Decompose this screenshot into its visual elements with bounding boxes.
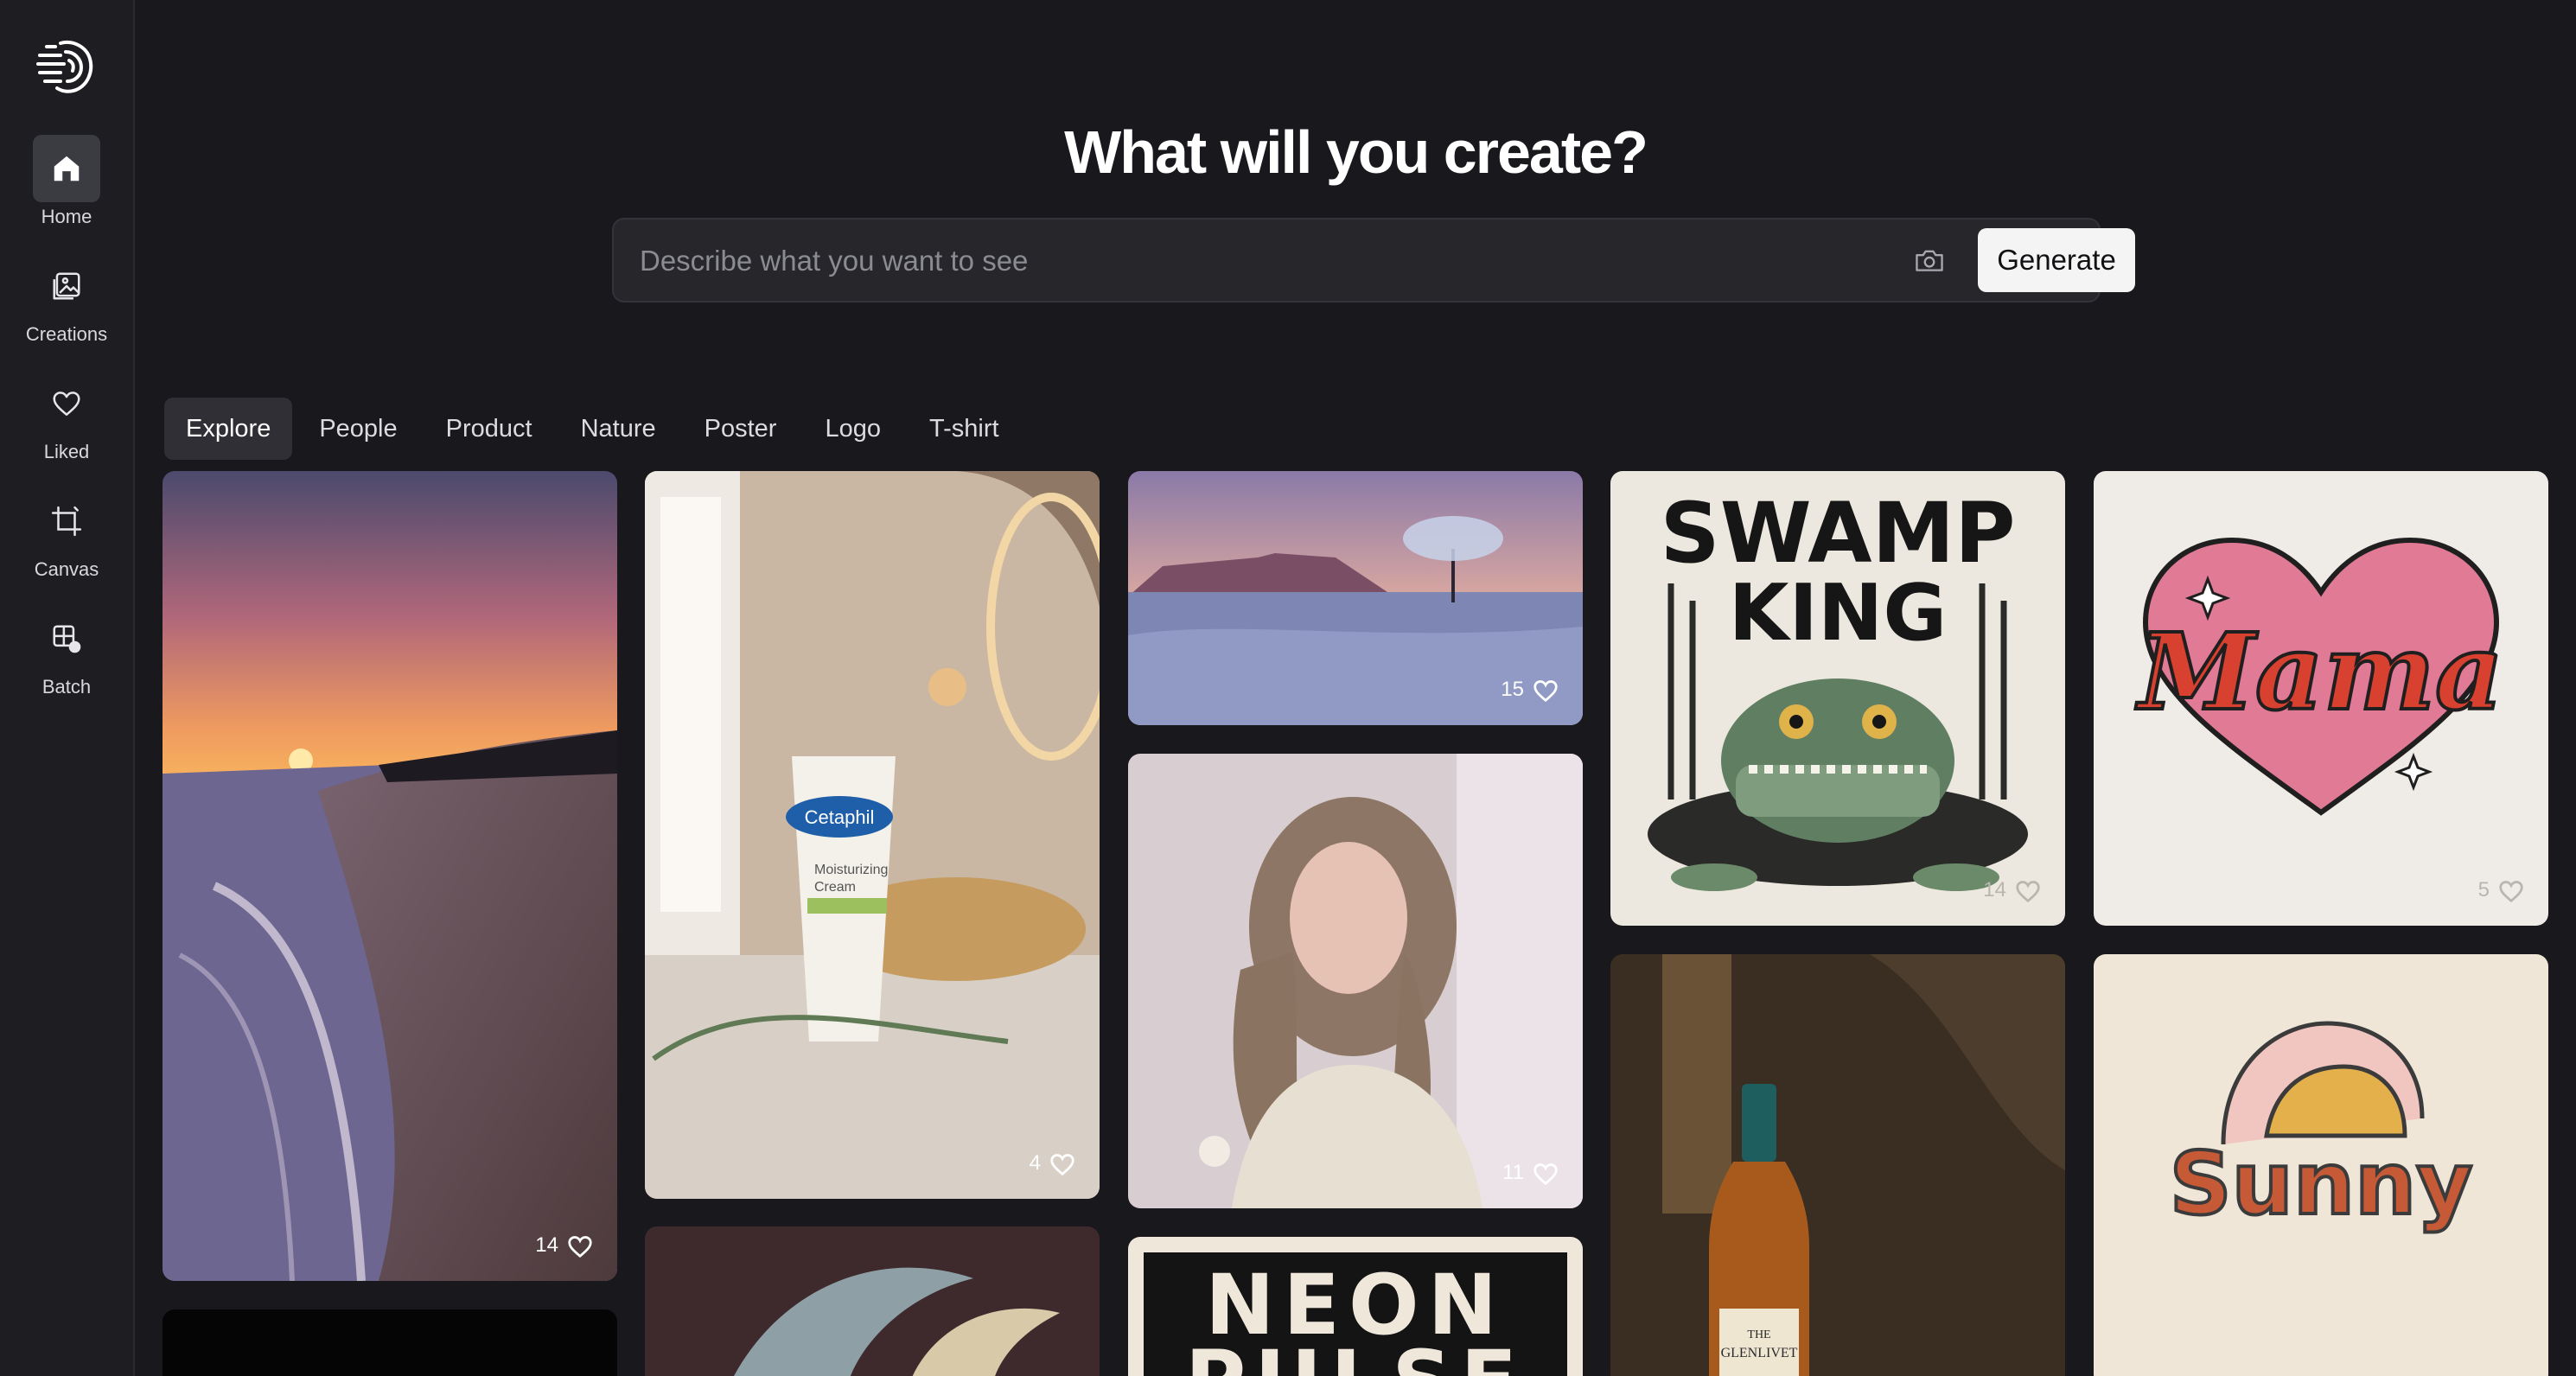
glenlivet-label-text: THE — [1747, 1328, 1770, 1341]
gallery-card-beach[interactable]: 14 — [163, 471, 617, 1281]
glenlivet-name-text: GLENLIVET — [1721, 1346, 1798, 1360]
beach-sunset-image — [163, 471, 617, 1281]
generate-button[interactable]: Generate — [1978, 228, 2135, 292]
like-counter[interactable]: 15 — [1501, 677, 1560, 703]
home-icon — [33, 135, 100, 202]
cetaphil-brand-text: Cetaphil — [805, 806, 875, 828]
sidebar-item-label: Creations — [25, 323, 108, 345]
image-icon — [33, 252, 100, 320]
tab-logo[interactable]: Logo — [803, 398, 902, 460]
cetaphil-line2-text: Cream — [814, 880, 856, 895]
like-count: 15 — [1501, 678, 1524, 701]
heart-icon — [1050, 1154, 1074, 1176]
like-counter[interactable]: 4 — [1030, 1150, 1077, 1176]
mama-heart-logo-image: Mama — [2094, 471, 2548, 926]
gallery-card-swamp-king[interactable]: SWAMP KING 14 — [1610, 471, 2065, 926]
tab-explore[interactable]: Explore — [164, 398, 293, 460]
gallery-card-sunny[interactable]: Sunny — [2094, 954, 2548, 1376]
tab-poster[interactable]: Poster — [683, 398, 799, 460]
prompt-input[interactable] — [640, 237, 1833, 285]
neon-pulse-poster-image: NEON PULSE — [1128, 1237, 1583, 1376]
tab-people[interactable]: People — [297, 398, 418, 460]
gallery-card-neon-poster[interactable]: NEON PULSE — [1128, 1237, 1583, 1376]
gallery-card-whisky[interactable]: THE GLENLIVET — [1610, 954, 2065, 1376]
like-count: 4 — [1029, 1151, 1041, 1175]
cetaphil-line1-text: Moisturizing — [814, 863, 888, 877]
heart-icon — [568, 1236, 592, 1258]
prompt-bar: Generate — [612, 218, 2135, 303]
like-counter[interactable]: 11 — [1502, 1160, 1560, 1186]
heart-icon — [1533, 1163, 1558, 1186]
neon-subtitle-text: PULSE — [1185, 1333, 1526, 1376]
like-counter[interactable]: 14 — [535, 1233, 595, 1258]
cream-product-image: Cetaphil Moisturizing Cream — [645, 471, 1100, 1199]
heart-icon — [2016, 881, 2040, 903]
swamp-king-tshirt-image: SWAMP KING — [1610, 471, 2065, 926]
like-count: 14 — [1983, 878, 2006, 901]
sidebar-item-label: Home — [41, 206, 92, 227]
like-counter[interactable]: 5 — [2478, 877, 2526, 903]
heart-icon — [33, 370, 100, 437]
gallery-card-feather[interactable] — [645, 1226, 1100, 1376]
sunny-logo-image: Sunny — [2094, 954, 2548, 1376]
gallery-card-cream[interactable]: Cetaphil Moisturizing Cream 4 — [645, 471, 1100, 1199]
feather-art-image — [645, 1226, 1100, 1376]
brand-logo-icon[interactable] — [35, 35, 99, 99]
sidebar-item-home[interactable]: Home — [0, 135, 133, 239]
tab-product[interactable]: Product — [424, 398, 554, 460]
woman-portrait-image — [1128, 754, 1583, 1208]
heart-icon — [2499, 881, 2523, 903]
swamp-subtitle-text: KING — [1729, 568, 1947, 659]
mama-script-text: Mama — [2135, 609, 2503, 734]
like-count: 11 — [1502, 1161, 1524, 1184]
like-counter[interactable]: 14 — [1983, 877, 2043, 903]
sidebar-item-label: Canvas — [34, 558, 99, 580]
page-title: What will you create? — [1064, 118, 1648, 186]
sidebar: Home Creations Liked Canvas Batch — [0, 0, 135, 1376]
sidebar-item-liked[interactable]: Liked — [0, 370, 133, 474]
gallery-card-mama[interactable]: Mama 5 — [2094, 471, 2548, 926]
sidebar-item-batch[interactable]: Batch — [0, 605, 133, 709]
sidebar-item-creations[interactable]: Creations — [0, 252, 133, 356]
category-tabs: Explore People Product Nature Poster Log… — [164, 398, 1026, 460]
like-count: 5 — [2477, 878, 2490, 901]
camera-icon[interactable] — [1910, 243, 1948, 277]
like-count: 14 — [535, 1233, 558, 1257]
gallery-card-portrait[interactable]: 11 — [1128, 754, 1583, 1208]
whisky-bottle-image: THE GLENLIVET — [1610, 954, 2065, 1376]
sidebar-item-label: Batch — [41, 676, 92, 698]
sidebar-item-canvas[interactable]: Canvas — [0, 487, 133, 591]
sidebar-item-label: Liked — [43, 441, 90, 462]
tab-nature[interactable]: Nature — [559, 398, 678, 460]
gallery-card-dark[interactable] — [163, 1309, 617, 1376]
gallery-card-plain[interactable]: 15 — [1128, 471, 1583, 725]
heart-icon — [1533, 680, 1558, 703]
crop-icon — [33, 487, 100, 555]
sunny-text: Sunny — [2170, 1133, 2473, 1234]
tab-tshirt[interactable]: T-shirt — [908, 398, 1021, 460]
grid-icon — [33, 605, 100, 672]
main-content: What will you create? Generate Explore P… — [135, 0, 2576, 1376]
